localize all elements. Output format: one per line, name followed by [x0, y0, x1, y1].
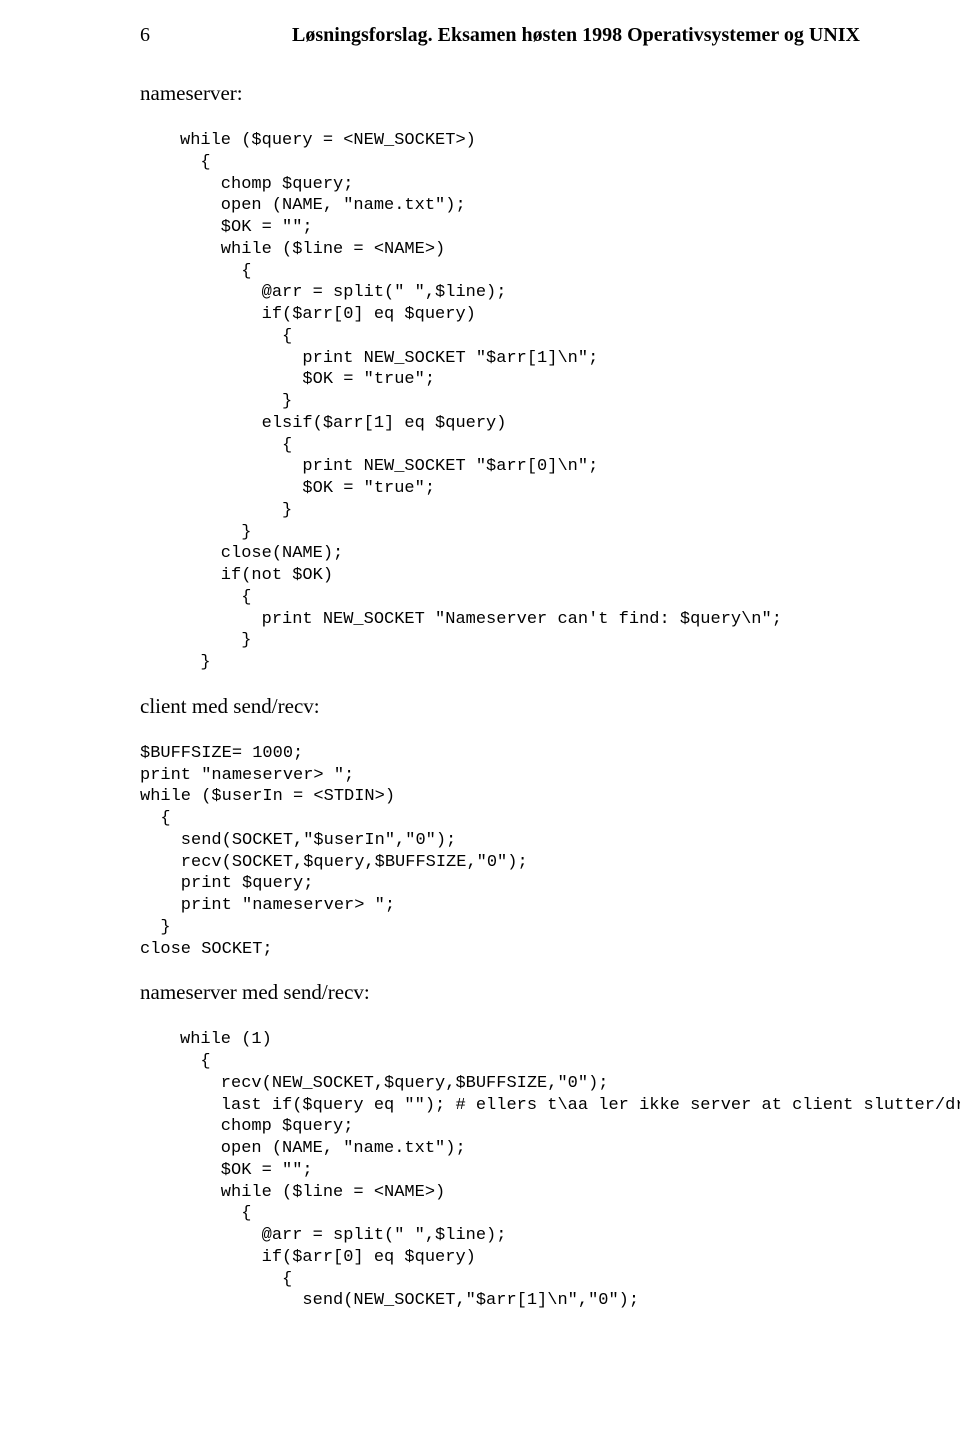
- section-label-nameserver: nameserver:: [140, 81, 860, 106]
- section-label-nameserver-sendrecv: nameserver med send/recv:: [140, 980, 860, 1005]
- code-block-client: $BUFFSIZE= 1000; print "nameserver> "; w…: [140, 743, 860, 961]
- page-number: 6: [140, 24, 150, 47]
- code-block-nameserver-sendrecv: while (1) { recv(NEW_SOCKET,$query,$BUFF…: [180, 1029, 860, 1312]
- page-header: 6 Løsningsforslag. Eksamen høsten 1998 O…: [140, 24, 860, 47]
- page: 6 Løsningsforslag. Eksamen høsten 1998 O…: [0, 0, 960, 1438]
- page-title: Løsningsforslag. Eksamen høsten 1998 Ope…: [292, 24, 860, 47]
- code-block-nameserver: while ($query = <NEW_SOCKET>) { chomp $q…: [180, 130, 860, 674]
- section-label-client: client med send/recv:: [140, 694, 860, 719]
